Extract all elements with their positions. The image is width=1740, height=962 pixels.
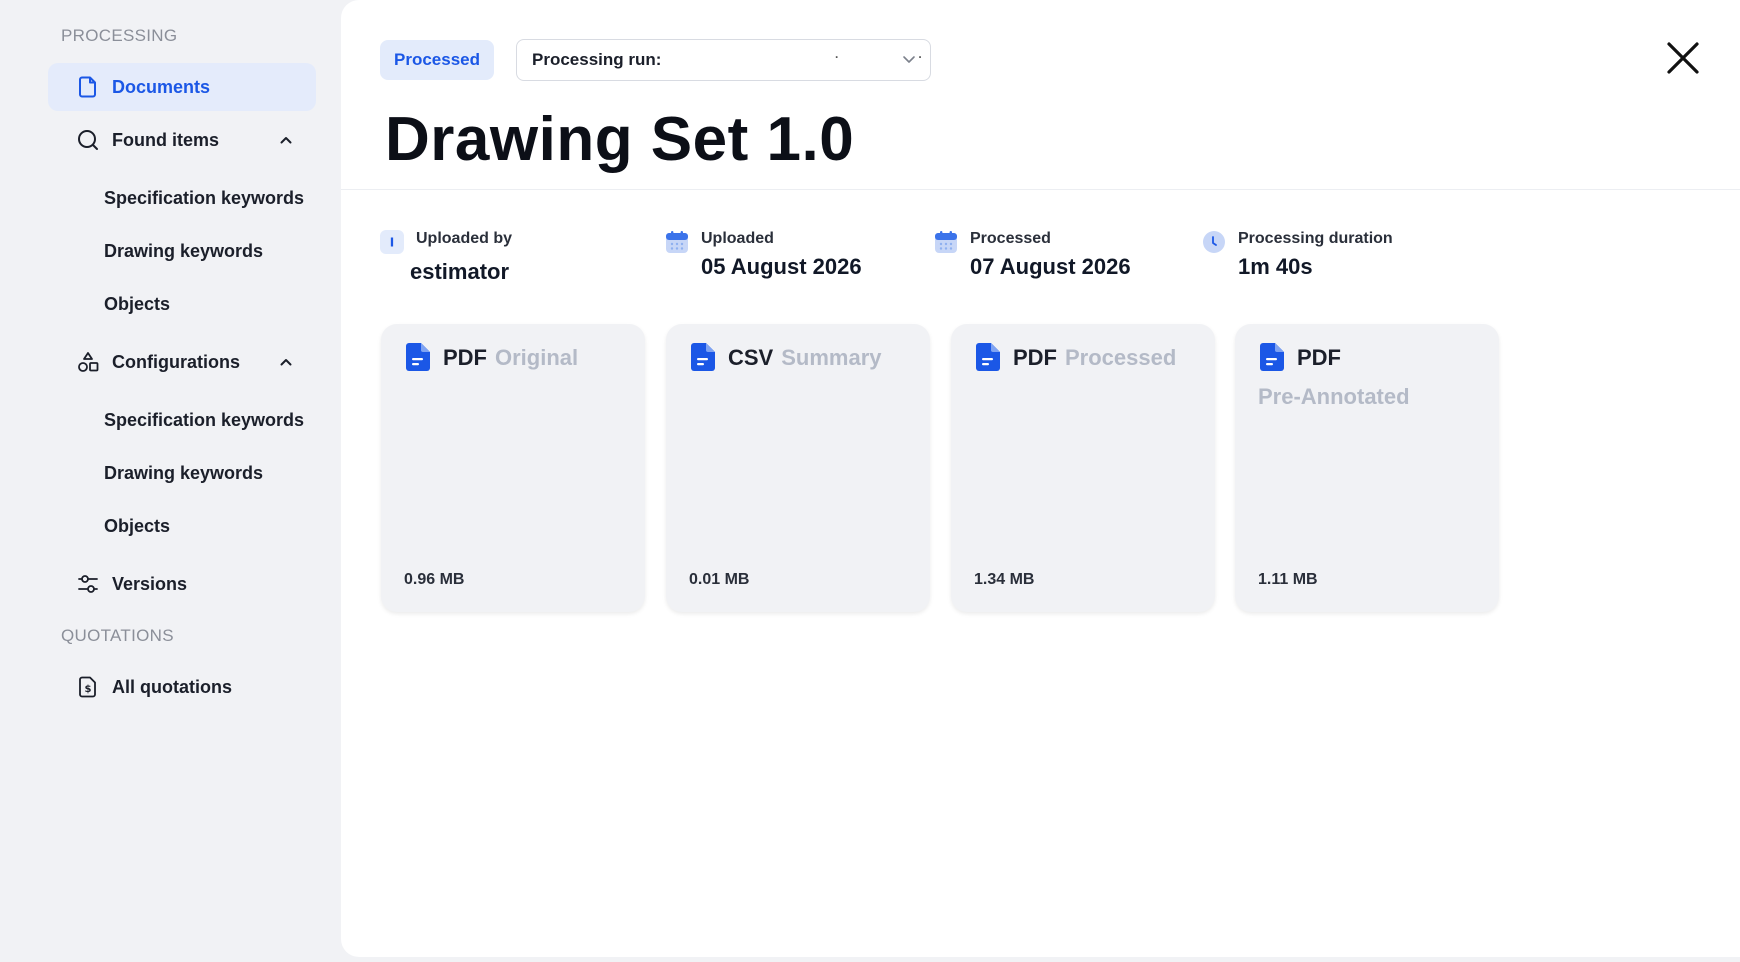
processing-run-label: Processing run: (532, 50, 662, 69)
sidebar-item-found-items[interactable]: Found items (48, 116, 316, 164)
svg-text:$: $ (85, 684, 92, 695)
sidebar-item-configurations[interactable]: Configurations (48, 338, 316, 386)
sidebar-subitem-config-spec-keywords[interactable]: Specification keywords (104, 403, 304, 437)
page-title: Drawing Set 1.0 (385, 105, 855, 174)
close-button[interactable] (1663, 38, 1703, 78)
file-icon (1260, 343, 1284, 371)
sidebar-subitem-found-spec-keywords[interactable]: Specification keywords (104, 181, 304, 215)
file-subtitle: Pre-Annotated (1258, 384, 1410, 409)
sidebar-item-all-quotations[interactable]: $ All quotations (48, 663, 316, 711)
uploaded-by-label: Uploaded by (416, 230, 513, 247)
section-title-quotations: QUOTATIONS (61, 626, 174, 645)
uploaded-label: Uploaded (701, 230, 774, 247)
file-card-csv-summary[interactable]: CSV Summary 0.01 MB (666, 324, 930, 612)
file-card-pdf-original[interactable]: PDF Original 0.96 MB (381, 324, 645, 612)
sidebar-item-label: Versions (112, 573, 188, 594)
user-initial-icon: I (380, 230, 404, 254)
file-type: CSV Summary (728, 345, 882, 370)
file-type: PDF Original (443, 345, 579, 370)
invoice-dollar-icon: $ (76, 675, 100, 699)
file-subtitle: Summary (781, 345, 882, 370)
processing-run-select[interactable]: Processing run: · · (516, 39, 931, 81)
file-size: 1.11 MB (1258, 571, 1318, 588)
clock-icon (1202, 230, 1226, 254)
header-divider (341, 189, 1740, 190)
search-icon (76, 128, 100, 152)
uploaded-by-value: estimator (410, 259, 510, 284)
duration-label: Processing duration (1238, 230, 1393, 247)
file-type: PDF Processed (1013, 345, 1177, 370)
file-card-pdf-processed[interactable]: PDF Processed 1.34 MB (951, 324, 1215, 612)
processed-label: Processed (970, 230, 1051, 247)
file-type: PDF (1297, 345, 1341, 370)
uploaded-value: 05 August 2026 (701, 254, 862, 279)
close-icon (1667, 42, 1699, 74)
file-size: 0.96 MB (404, 571, 465, 588)
file-icon (691, 343, 715, 371)
sidebar-item-label: Configurations (112, 351, 240, 372)
calendar-icon (934, 230, 958, 254)
sidebar-item-label: Documents (112, 76, 211, 97)
sidebar-item-versions[interactable]: Versions (48, 560, 316, 608)
chevron-up-icon[interactable] (276, 352, 296, 372)
section-title-processing: PROCESSING (61, 26, 178, 45)
file-subtitle: Original (495, 345, 579, 370)
calendar-icon (665, 230, 689, 254)
sidebar-subitem-config-drawing-keywords[interactable]: Drawing keywords (104, 456, 263, 490)
file-size: 0.01 MB (689, 571, 750, 588)
file-icon (406, 343, 430, 371)
file-card-pdf-pre-annotated[interactable]: PDF Pre-Annotated 1.11 MB (1235, 324, 1499, 612)
sidebar-item-documents[interactable]: Documents (48, 63, 316, 111)
chevron-down-icon (902, 51, 916, 71)
sidebar-subitem-found-drawing-keywords[interactable]: Drawing keywords (104, 234, 263, 268)
processing-run-value: · · (835, 50, 961, 64)
svg-text:I: I (390, 236, 394, 250)
sidebar-item-label: All quotations (112, 676, 232, 697)
document-icon (76, 75, 100, 99)
file-size: 1.34 MB (974, 571, 1035, 588)
document-detail-panel: Processed Processing run: · · Drawing Se… (341, 0, 1740, 957)
sidebar-subitem-config-objects[interactable]: Objects (104, 509, 170, 543)
sliders-icon (76, 572, 100, 596)
sidebar: PROCESSING Documents Found items Specifi… (0, 0, 340, 962)
sidebar-item-label: Found items (112, 129, 219, 150)
chevron-up-icon[interactable] (276, 130, 296, 150)
status-badge: Processed (380, 40, 494, 80)
sidebar-subitem-found-objects[interactable]: Objects (104, 287, 170, 321)
duration-value: 1m 40s (1238, 254, 1313, 279)
shapes-icon (76, 350, 100, 374)
file-icon (976, 343, 1000, 371)
processed-value: 07 August 2026 (970, 254, 1131, 279)
file-subtitle: Processed (1065, 345, 1177, 370)
